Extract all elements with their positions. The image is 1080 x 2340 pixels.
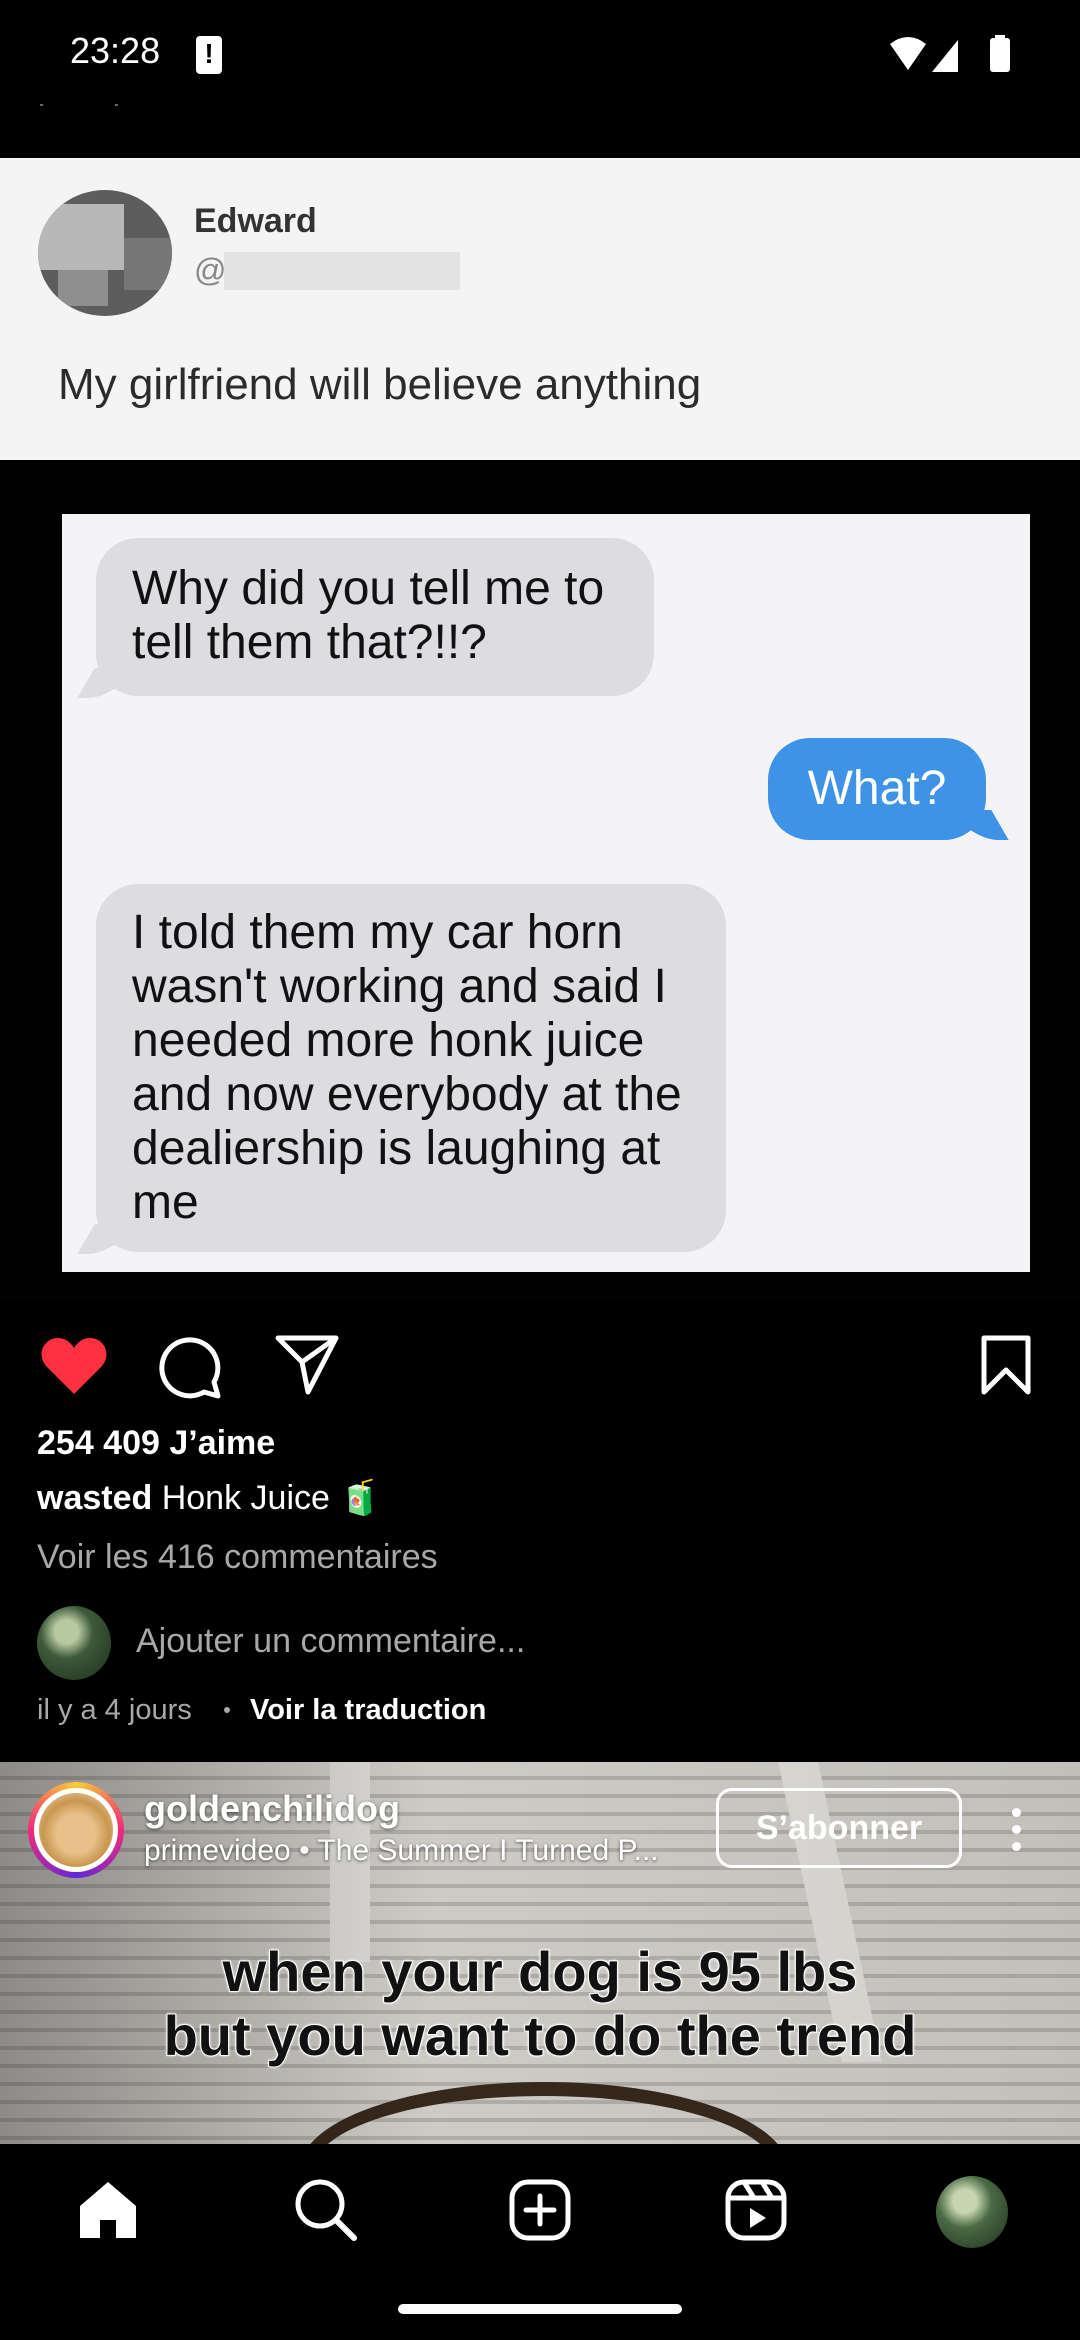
reel-caption-line-1: when your dog is 95 lbs xyxy=(222,1939,859,2004)
reel-author-avatar[interactable] xyxy=(28,1782,124,1878)
chat-bubble-received-1: Why did you tell me to tell them that?!!… xyxy=(96,538,654,696)
view-comments-link[interactable]: Voir les 416 commentaires xyxy=(37,1538,438,1577)
home-icon[interactable] xyxy=(76,2178,140,2242)
more-options-icon[interactable] xyxy=(1012,1808,1022,1852)
tweet-text: My girlfriend will believe anything xyxy=(58,360,702,409)
status-icons xyxy=(890,35,1010,72)
reels-icon[interactable] xyxy=(724,2178,788,2242)
caption-username[interactable]: wasted xyxy=(37,1479,152,1517)
add-comment-input[interactable]: Ajouter un commentaire... xyxy=(136,1622,525,1661)
share-icon[interactable] xyxy=(274,1332,340,1396)
signal-icon xyxy=(932,40,958,72)
tweet-avatar xyxy=(38,190,172,316)
follow-button[interactable]: S’abonner xyxy=(716,1788,962,1868)
home-indicator[interactable] xyxy=(398,2304,682,2314)
chat-bubble-received-2: I told them my car horn wasn't working a… xyxy=(96,884,726,1252)
header-divider xyxy=(0,106,1080,158)
reel-username[interactable]: goldenchilidog xyxy=(144,1788,400,1830)
comment-icon[interactable] xyxy=(156,1332,224,1400)
reel-caption-line-2: but you want to do the trend xyxy=(163,2003,918,2068)
search-icon[interactable] xyxy=(292,2176,358,2242)
avatar xyxy=(37,1606,111,1680)
status-time: 23:28 xyxy=(70,30,161,71)
caption-text: Honk Juice 🧃 xyxy=(161,1479,382,1517)
see-translation-link[interactable]: Voir la traduction xyxy=(250,1694,486,1727)
separator-dot xyxy=(224,1707,230,1713)
likes-count[interactable]: 254 409 J’aime xyxy=(37,1424,275,1463)
tweet-card xyxy=(0,158,1080,460)
battery-icon xyxy=(990,38,1010,72)
profile-avatar[interactable] xyxy=(936,2176,1008,2248)
tweet-author-name: Edward xyxy=(194,202,317,240)
heart-icon[interactable] xyxy=(38,1334,110,1398)
battery-alert-icon xyxy=(196,36,222,74)
reel-caption: when your dog is 95 lbs but you want to … xyxy=(60,1939,1020,2068)
tweet-handle-blur xyxy=(224,252,460,290)
tweet-handle: @ xyxy=(194,252,227,288)
post-caption: wasted Honk Juice 🧃 xyxy=(37,1478,382,1518)
bookmark-icon[interactable] xyxy=(980,1334,1032,1396)
wifi-icon xyxy=(890,37,926,70)
post-timestamp: il y a 4 jours xyxy=(37,1694,192,1726)
reel-audio-label[interactable]: primevideo • The Summer I Turned P... xyxy=(144,1834,659,1868)
create-icon[interactable] xyxy=(508,2178,572,2242)
chat-bubble-sent: What? xyxy=(768,738,986,840)
